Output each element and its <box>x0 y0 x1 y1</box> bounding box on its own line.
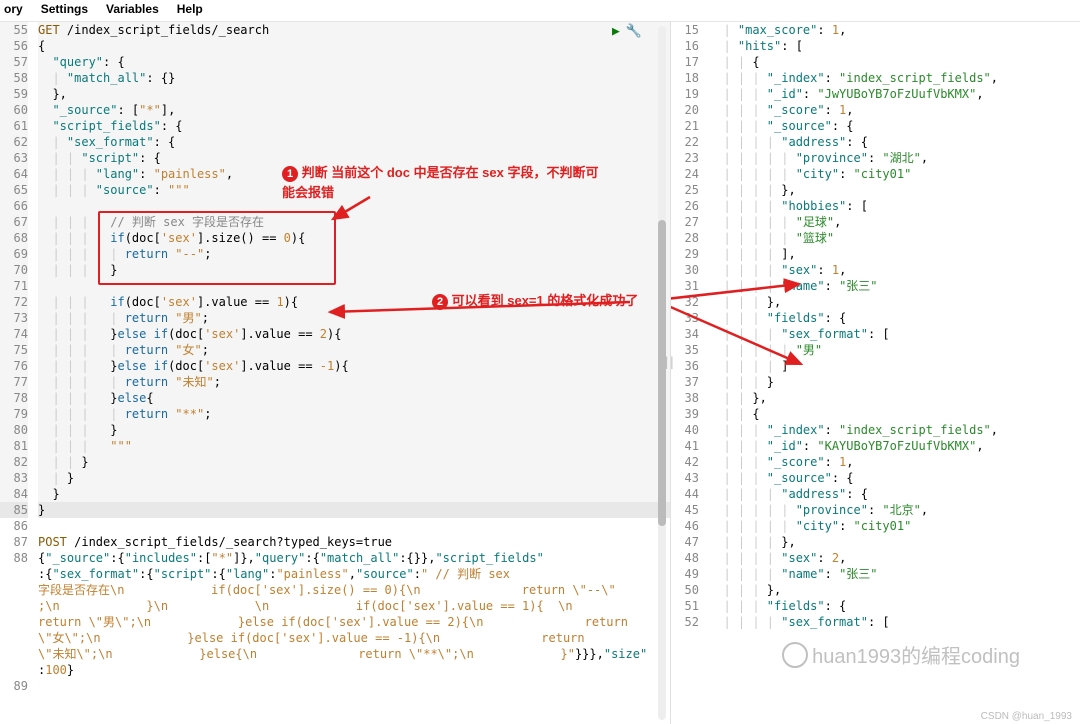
menu-bar: ory Settings Variables Help <box>0 0 1080 22</box>
run-toolbar: ▶ 🔧 <box>612 24 642 39</box>
editor-split: 5556575859606162636465666768697071727374… <box>0 22 1080 724</box>
menu-settings[interactable]: Settings <box>41 2 88 16</box>
left-gutter: 5556575859606162636465666768697071727374… <box>0 22 34 694</box>
left-code[interactable]: GET /index_script_fields/_search{ "query… <box>38 22 670 694</box>
wrench-icon[interactable]: 🔧 <box>626 24 642 39</box>
right-code[interactable]: | "max_score": 1, | "hits": [ | | { | | … <box>709 22 1080 630</box>
split-drag-handle[interactable]: || <box>663 355 673 369</box>
credit: CSDN @huan_1993 <box>981 711 1072 722</box>
menu-help[interactable]: Help <box>177 2 203 16</box>
right-gutter: 1516171819202122232425262728293031323334… <box>671 22 705 630</box>
menu-variables[interactable]: Variables <box>106 2 159 16</box>
play-icon[interactable]: ▶ <box>612 24 620 39</box>
response-pane[interactable]: 1516171819202122232425262728293031323334… <box>670 22 1080 724</box>
watermark: huan1993的编程coding <box>782 640 1020 669</box>
request-pane[interactable]: 5556575859606162636465666768697071727374… <box>0 22 670 724</box>
left-scrollbar[interactable] <box>658 26 666 720</box>
menu-history[interactable]: ory <box>4 2 23 16</box>
